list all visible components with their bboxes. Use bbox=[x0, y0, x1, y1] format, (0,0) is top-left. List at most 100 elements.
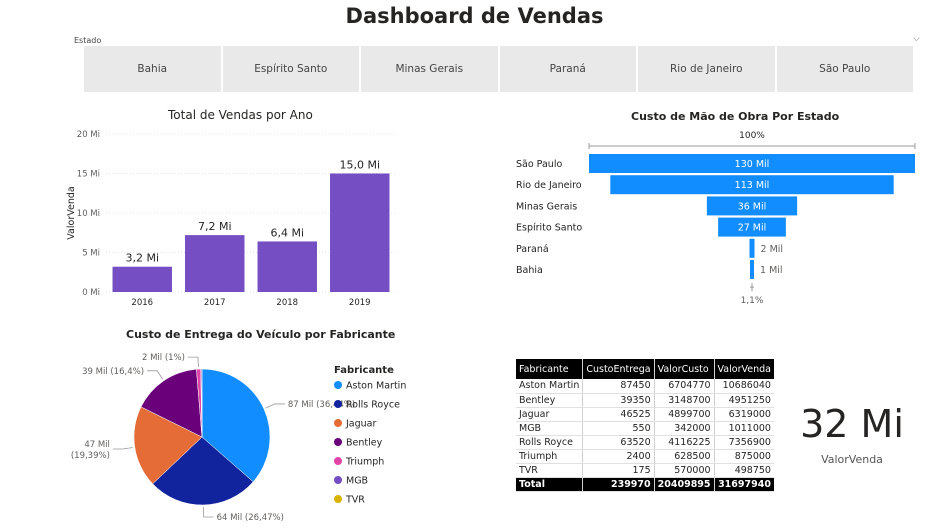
x-tick-label: 2019 bbox=[349, 298, 371, 308]
table-cell: 3148700 bbox=[653, 393, 715, 408]
pie-slice-label: 64 Mil (26,47%) bbox=[217, 513, 284, 523]
pie-leader-line bbox=[203, 506, 214, 518]
slicer-item-rio-de-janeiro[interactable]: Rio de Janeiro bbox=[638, 46, 775, 92]
funnel-data-label: 36 Mil bbox=[738, 201, 767, 212]
bar-data-label: 6,4 Mi bbox=[270, 226, 304, 239]
bar-data-label: 7,2 Mi bbox=[198, 220, 232, 233]
kpi-card-value: 32 Mi bbox=[800, 402, 904, 446]
table-cell: 550 bbox=[582, 421, 655, 436]
chevron-down-icon[interactable]: ⌵ bbox=[913, 34, 920, 44]
table-cell: 175 bbox=[582, 463, 655, 478]
table-cell: 875000 bbox=[713, 449, 774, 464]
funnel-category-label: Rio de Janeiro bbox=[516, 180, 582, 191]
pie-chart-title: Custo de Entrega do Veículo por Fabrican… bbox=[126, 328, 396, 341]
table-row: Triumph 2400 628500 875000 bbox=[516, 449, 774, 464]
funnel-category-label: Bahia bbox=[516, 265, 543, 276]
slicer-item-bahia[interactable]: Bahia bbox=[84, 46, 221, 92]
funnel-category-label: Minas Gerais bbox=[516, 201, 577, 212]
funnel-bar bbox=[749, 238, 755, 258]
funnel-data-label: 130 Mil bbox=[735, 159, 770, 170]
x-tick-label: 2017 bbox=[204, 298, 226, 308]
y-tick-label: 15 Mi bbox=[77, 170, 100, 180]
legend-item-label: Bentley bbox=[346, 438, 383, 449]
table-cell: 10686040 bbox=[713, 379, 774, 394]
table-cell: TVR bbox=[516, 463, 583, 478]
y-tick-label: 0 Mi bbox=[82, 288, 100, 298]
slicer-item-minas-gerais[interactable]: Minas Gerais bbox=[361, 46, 498, 92]
y-tick-label: 20 Mi bbox=[77, 130, 100, 140]
pie-leader-line bbox=[147, 370, 163, 380]
table-row: Aston Martin 87450 6704770 10686040 bbox=[516, 379, 774, 394]
pie-slice-label: 2 Mil (1%) bbox=[142, 353, 185, 363]
column-header[interactable]: Fabricante bbox=[516, 359, 583, 379]
table-cell: 4951250 bbox=[713, 393, 774, 408]
pie-chart: 87 Mil (36,44%)64 Mil (26,47%)47 Mil(19,… bbox=[71, 353, 406, 523]
table-cell: 1011000 bbox=[713, 421, 774, 436]
table-cell: 7356900 bbox=[713, 435, 774, 450]
pie-slice-label: 39 Mil (16,4%) bbox=[82, 367, 144, 377]
table-cell: 63520 bbox=[582, 435, 655, 450]
legend-item-label: Aston Martin bbox=[346, 381, 406, 392]
x-tick-label: 2016 bbox=[131, 298, 153, 308]
table-cell: 6704770 bbox=[653, 379, 715, 394]
legend-item-label: Jaguar bbox=[345, 419, 376, 430]
table-row: Jaguar 46525 4899700 6319000 bbox=[516, 407, 774, 422]
bar-data-label: 3,2 Mi bbox=[125, 252, 159, 265]
table-row: Bentley 39350 3148700 4951250 bbox=[516, 393, 774, 408]
legend-title: Fabricante bbox=[334, 365, 394, 376]
bar bbox=[112, 266, 172, 292]
y-tick-label: 5 Mi bbox=[82, 249, 100, 259]
legend-item-label: TVR bbox=[345, 495, 365, 506]
bar-chart-title: Total de Vendas por Ano bbox=[168, 108, 313, 122]
table-cell: 628500 bbox=[653, 449, 715, 464]
bar bbox=[257, 241, 317, 292]
table-cell: 342000 bbox=[653, 421, 715, 436]
table-total-row: Total 239970 20409895 31697940 bbox=[516, 477, 774, 492]
legend-marker bbox=[334, 400, 342, 408]
funnel-bottom-label: 1,1% bbox=[741, 296, 764, 306]
pie-leader-line bbox=[187, 356, 199, 368]
pie-leader-line bbox=[265, 403, 285, 409]
table-cell: Bentley bbox=[516, 393, 583, 408]
table-row: TVR 175 570000 498750 bbox=[516, 463, 774, 478]
table-cell: 4116225 bbox=[653, 435, 715, 450]
legend-marker bbox=[334, 438, 342, 446]
legend-marker bbox=[334, 476, 342, 484]
table-cell: Aston Martin bbox=[516, 379, 583, 394]
legend-item-label: Triumph bbox=[345, 457, 384, 468]
table-cell: Total bbox=[516, 477, 583, 492]
bar bbox=[330, 173, 390, 292]
page-title: Dashboard de Vendas bbox=[345, 4, 604, 28]
table-cell: 20409895 bbox=[653, 477, 715, 492]
table-cell: Jaguar bbox=[516, 407, 583, 422]
legend-marker bbox=[334, 457, 342, 465]
table-cell: 2400 bbox=[582, 449, 655, 464]
column-header[interactable]: ValorCusto bbox=[653, 359, 715, 379]
pie-leader-line bbox=[112, 447, 133, 450]
slicer-item-sao-paulo[interactable]: São Paulo bbox=[776, 46, 913, 92]
table-cell: 46525 bbox=[582, 407, 655, 422]
funnel-category-label: São Paulo bbox=[516, 159, 562, 170]
column-header[interactable]: CustoEntrega bbox=[582, 359, 655, 379]
funnel-data-label: 27 Mil bbox=[738, 223, 767, 234]
legend-item-label: MGB bbox=[346, 476, 368, 487]
bar-chart: 0 Mi 5 Mi 10 Mi 15 Mi 20 Mi ValorVenda 3,2 Mi 2… bbox=[66, 130, 396, 308]
funnel-category-label: Paraná bbox=[516, 244, 549, 255]
funnel-data-label: 113 Mil bbox=[735, 180, 770, 191]
legend-marker bbox=[334, 381, 342, 389]
slicer-item-parana[interactable]: Paraná bbox=[499, 46, 636, 92]
bar bbox=[185, 235, 245, 292]
table-cell: 31697940 bbox=[713, 477, 774, 492]
funnel-category-label: Espírito Santo bbox=[516, 223, 582, 234]
table-cell: 87450 bbox=[582, 379, 655, 394]
slicer-item-espirito-santo[interactable]: Espírito Santo bbox=[222, 46, 359, 92]
legend-item-label: Rolls Royce bbox=[346, 400, 400, 411]
column-header[interactable]: ValorVenda bbox=[713, 359, 774, 379]
table-cell: Rolls Royce bbox=[516, 435, 583, 450]
pie-slice-label: 47 Mil bbox=[84, 440, 110, 450]
y-tick-label: 10 Mi bbox=[77, 209, 100, 219]
funnel-data-label: 2 Mil bbox=[761, 244, 784, 255]
funnel-top-label: 100% bbox=[739, 131, 765, 141]
legend-marker bbox=[334, 495, 342, 503]
kpi-card-label: ValorVenda bbox=[821, 453, 883, 466]
